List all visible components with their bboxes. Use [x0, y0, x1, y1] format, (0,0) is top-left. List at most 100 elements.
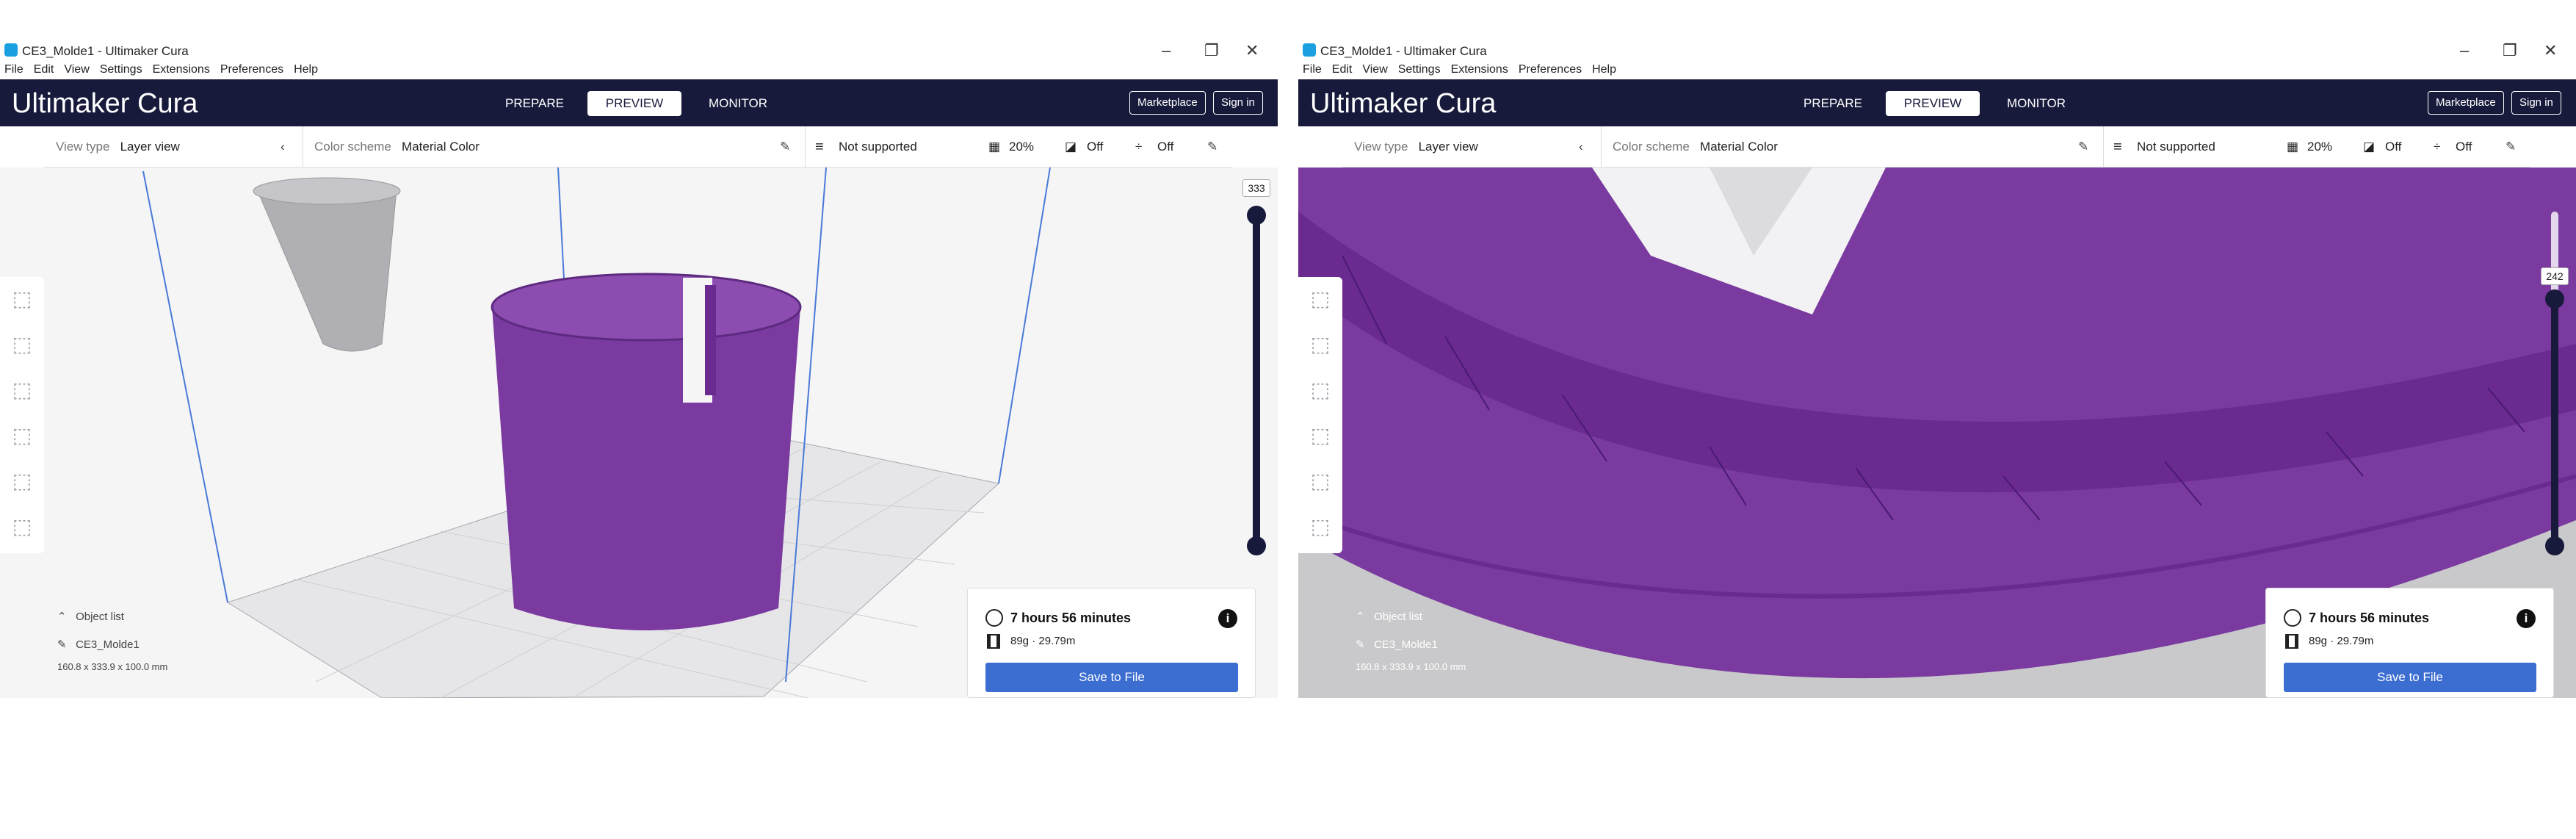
object-name-row[interactable]: ✎ CE3_Molde1 [57, 638, 140, 651]
move-tool-icon[interactable]: ⬚ [1306, 284, 1335, 314]
view-type-selector[interactable]: View type Layer view [1354, 126, 1478, 168]
minimize-icon[interactable]: – [2460, 41, 2469, 60]
sign-in-button[interactable]: Sign in [2511, 91, 2561, 115]
logo-brand: Ultimaker [1310, 88, 1428, 119]
sign-in-button[interactable]: Sign in [1213, 91, 1263, 115]
menu-file[interactable]: File [1303, 63, 1322, 76]
cura-window-right: CE3_Molde1 - Ultimaker Cura – ❐ ✕ File Ed… [1298, 0, 2576, 698]
rotate-tool-icon[interactable]: ⬚ [1306, 375, 1335, 405]
support-toggle[interactable]: Off [2385, 126, 2401, 168]
app-header: Ultimaker Cura PREPARE PREVIEW MONITOR M… [1298, 79, 2576, 126]
menu-edit[interactable]: Edit [1332, 63, 1353, 76]
mirror-tool-icon[interactable]: ⬚ [1306, 421, 1335, 450]
menu-file[interactable]: File [4, 63, 23, 76]
print-info-panel: 7 hours 56 minutes i 89g · 29.79m Save t… [967, 588, 1256, 698]
color-scheme-selector[interactable]: Color scheme Material Color [1613, 126, 1778, 168]
color-scheme-selector[interactable]: Color scheme Material Color [314, 126, 480, 168]
menu-settings[interactable]: Settings [1398, 63, 1441, 76]
mirror-tool-icon[interactable]: ⬚ [7, 421, 37, 450]
infill-icon: ▦ [988, 140, 1001, 154]
tab-monitor[interactable]: MONITOR [698, 91, 778, 116]
support-blocker-icon[interactable]: ⬚ [7, 512, 37, 541]
object-list-toggle[interactable]: ⌃ Object list [57, 610, 124, 623]
layer-slider[interactable] [1253, 206, 1260, 550]
view-type-selector[interactable]: View type Layer view [56, 126, 180, 168]
layer-number-badge[interactable]: 333 [1242, 179, 1270, 197]
material-usage: 89g · 29.79m [2309, 635, 2374, 647]
profile-icon: ≡ [2113, 139, 2122, 155]
logo-product: Cura [1436, 88, 1497, 119]
infill-value[interactable]: 20% [1009, 126, 1034, 168]
menu-preferences[interactable]: Preferences [1519, 63, 1582, 76]
object-dimensions: 160.8 x 333.9 x 100.0 mm [1356, 661, 1466, 672]
layer-slider-top-handle[interactable] [1247, 206, 1266, 225]
marketplace-button[interactable]: Marketplace [2428, 91, 2504, 115]
layer-number-badge[interactable]: 242 [2541, 267, 2569, 285]
title-bar: CE3_Molde1 - Ultimaker Cura – ❐ ✕ [0, 37, 1278, 63]
support-icon: ◪ [1065, 140, 1077, 154]
view-type-label: View type [56, 140, 110, 154]
menu-extensions[interactable]: Extensions [1451, 63, 1508, 76]
minimize-icon[interactable]: – [1162, 41, 1171, 60]
scale-tool-icon[interactable]: ⬚ [1306, 330, 1335, 359]
restore-icon[interactable]: ❐ [1204, 41, 1219, 60]
menu-edit[interactable]: Edit [34, 63, 54, 76]
adhesion-toggle[interactable]: Off [2456, 126, 2472, 168]
marketplace-button[interactable]: Marketplace [1129, 91, 1206, 115]
view-toolbar: View type Layer view ‹ Color scheme Mate… [1342, 126, 2530, 168]
spool-icon [987, 634, 1000, 649]
close-icon[interactable]: ✕ [2544, 41, 2557, 60]
window-title: CE3_Molde1 - Ultimaker Cura [1320, 44, 1487, 58]
support-blocker-icon[interactable]: ⬚ [1306, 512, 1335, 541]
tool-panel: ⬚ ⬚ ⬚ ⬚ ⬚ ⬚ [0, 277, 44, 553]
scale-tool-icon[interactable]: ⬚ [7, 330, 37, 359]
close-icon[interactable]: ✕ [1245, 41, 1259, 60]
menu-help[interactable]: Help [294, 63, 318, 76]
profile-icon: ≡ [815, 139, 824, 155]
infill-value[interactable]: 20% [2307, 126, 2332, 168]
logo-product: Cura [137, 88, 198, 119]
rotate-tool-icon[interactable]: ⬚ [7, 375, 37, 405]
tab-preview[interactable]: PREVIEW [1886, 91, 1980, 116]
per-model-settings-icon[interactable]: ⬚ [1306, 467, 1335, 496]
pencil-icon[interactable]: ✎ [780, 126, 790, 168]
info-icon[interactable]: i [2517, 609, 2536, 628]
move-tool-icon[interactable]: ⬚ [7, 284, 37, 314]
layer-slider[interactable] [2551, 294, 2558, 550]
layer-slider-bottom-handle[interactable] [1247, 536, 1266, 555]
save-to-file-button[interactable]: Save to File [985, 663, 1238, 692]
support-status[interactable]: Not supported [2137, 126, 2215, 168]
support-status[interactable]: Not supported [839, 126, 917, 168]
menu-view[interactable]: View [1362, 63, 1387, 76]
save-to-file-button[interactable]: Save to File [2284, 663, 2536, 692]
view-toolbar: View type Layer view ‹ Color scheme Mate… [44, 126, 1232, 168]
tab-prepare[interactable]: PREPARE [1798, 91, 1868, 116]
print-time: 7 hours 56 minutes [2309, 611, 2430, 625]
edit-settings-icon[interactable]: ✎ [1207, 126, 1218, 168]
menu-preferences[interactable]: Preferences [220, 63, 283, 76]
menu-settings[interactable]: Settings [100, 63, 142, 76]
view-type-value: Layer view [1418, 140, 1478, 154]
layer-slider-bottom-handle[interactable] [2545, 536, 2564, 555]
tab-preview[interactable]: PREVIEW [587, 91, 681, 116]
color-scheme-value: Material Color [402, 140, 480, 154]
restore-icon[interactable]: ❐ [2503, 41, 2517, 60]
per-model-settings-icon[interactable]: ⬚ [7, 467, 37, 496]
layer-slider-top-handle[interactable] [2545, 289, 2564, 309]
pencil-icon[interactable]: ✎ [2078, 126, 2088, 168]
adhesion-toggle[interactable]: Off [1157, 126, 1173, 168]
chevron-left-icon[interactable]: ‹ [1579, 126, 1583, 168]
chevron-left-icon[interactable]: ‹ [281, 126, 285, 168]
object-name-row[interactable]: ✎ CE3_Molde1 [1356, 638, 1438, 651]
color-scheme-value: Material Color [1700, 140, 1778, 154]
tab-monitor[interactable]: MONITOR [1996, 91, 2077, 116]
edit-settings-icon[interactable]: ✎ [2506, 126, 2516, 168]
chevron-up-icon: ⌃ [1356, 611, 1365, 623]
object-list-toggle[interactable]: ⌃ Object list [1356, 610, 1422, 623]
info-icon[interactable]: i [1218, 609, 1237, 628]
menu-help[interactable]: Help [1592, 63, 1616, 76]
menu-view[interactable]: View [64, 63, 89, 76]
tab-prepare[interactable]: PREPARE [499, 91, 570, 116]
support-toggle[interactable]: Off [1087, 126, 1103, 168]
menu-extensions[interactable]: Extensions [153, 63, 210, 76]
